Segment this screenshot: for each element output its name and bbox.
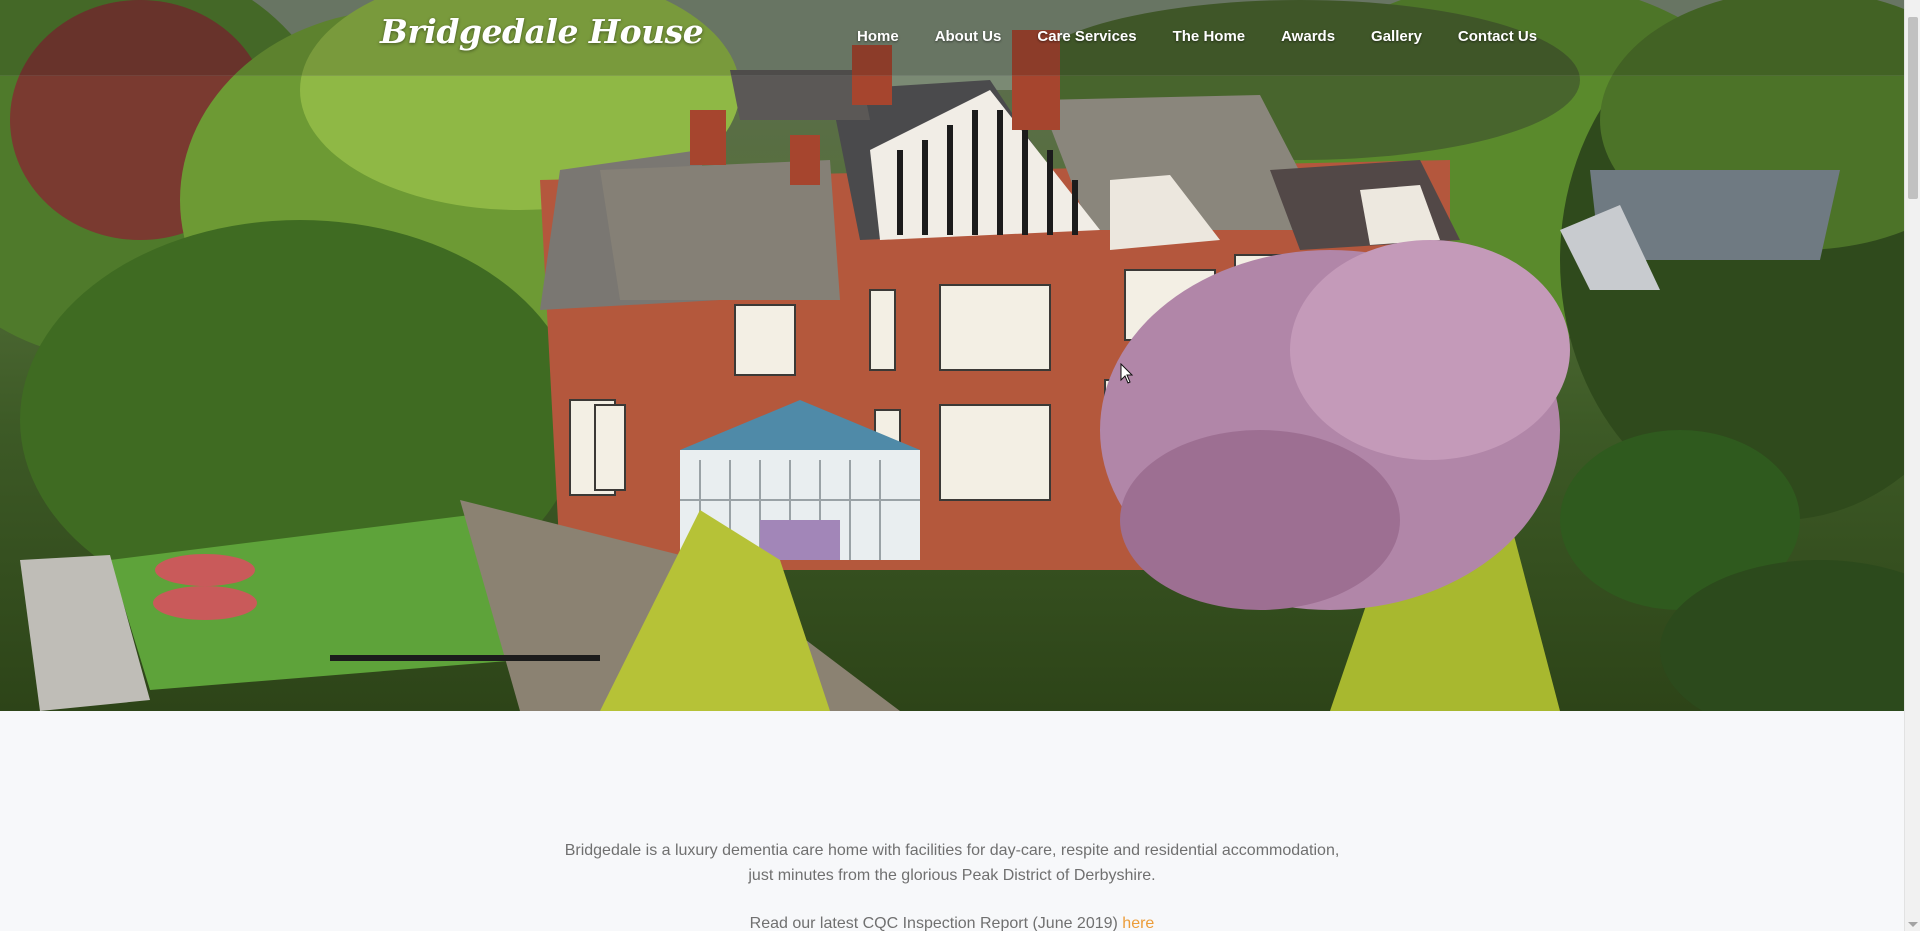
nav-about-us[interactable]: About Us [935, 28, 1002, 45]
nav-home[interactable]: Home [857, 28, 899, 45]
cqc-report-link[interactable]: here [1122, 915, 1154, 931]
house-photo-illustration [0, 0, 1904, 711]
mouse-cursor-icon [1120, 363, 1134, 384]
hero-image [0, 0, 1904, 711]
page-scrollbar[interactable] [1904, 0, 1920, 931]
scrollbar-thumb[interactable] [1908, 17, 1918, 199]
intro-description: Bridgedale is a luxury dementia care hom… [564, 842, 1340, 884]
nav-the-home[interactable]: The Home [1173, 28, 1246, 45]
site-logo[interactable]: Bridgedale House [380, 12, 704, 51]
cqc-report-text: Read our latest CQC Inspection Report (J… [749, 915, 1123, 931]
nav-gallery[interactable]: Gallery [1371, 28, 1422, 45]
cqc-report-line: Read our latest CQC Inspection Report (J… [560, 911, 1344, 931]
nav-awards[interactable]: Awards [1281, 28, 1335, 45]
scroll-down-arrow-icon[interactable] [1908, 922, 1918, 927]
main-nav: Home About Us Care Services The Home Awa… [857, 28, 1573, 45]
nav-contact-us[interactable]: Contact Us [1458, 28, 1537, 45]
site-header: Bridgedale House Home About Us Care Serv… [0, 0, 1904, 76]
intro-section: Bridgedale is a luxury dementia care hom… [560, 838, 1344, 931]
nav-care-services[interactable]: Care Services [1037, 28, 1136, 45]
